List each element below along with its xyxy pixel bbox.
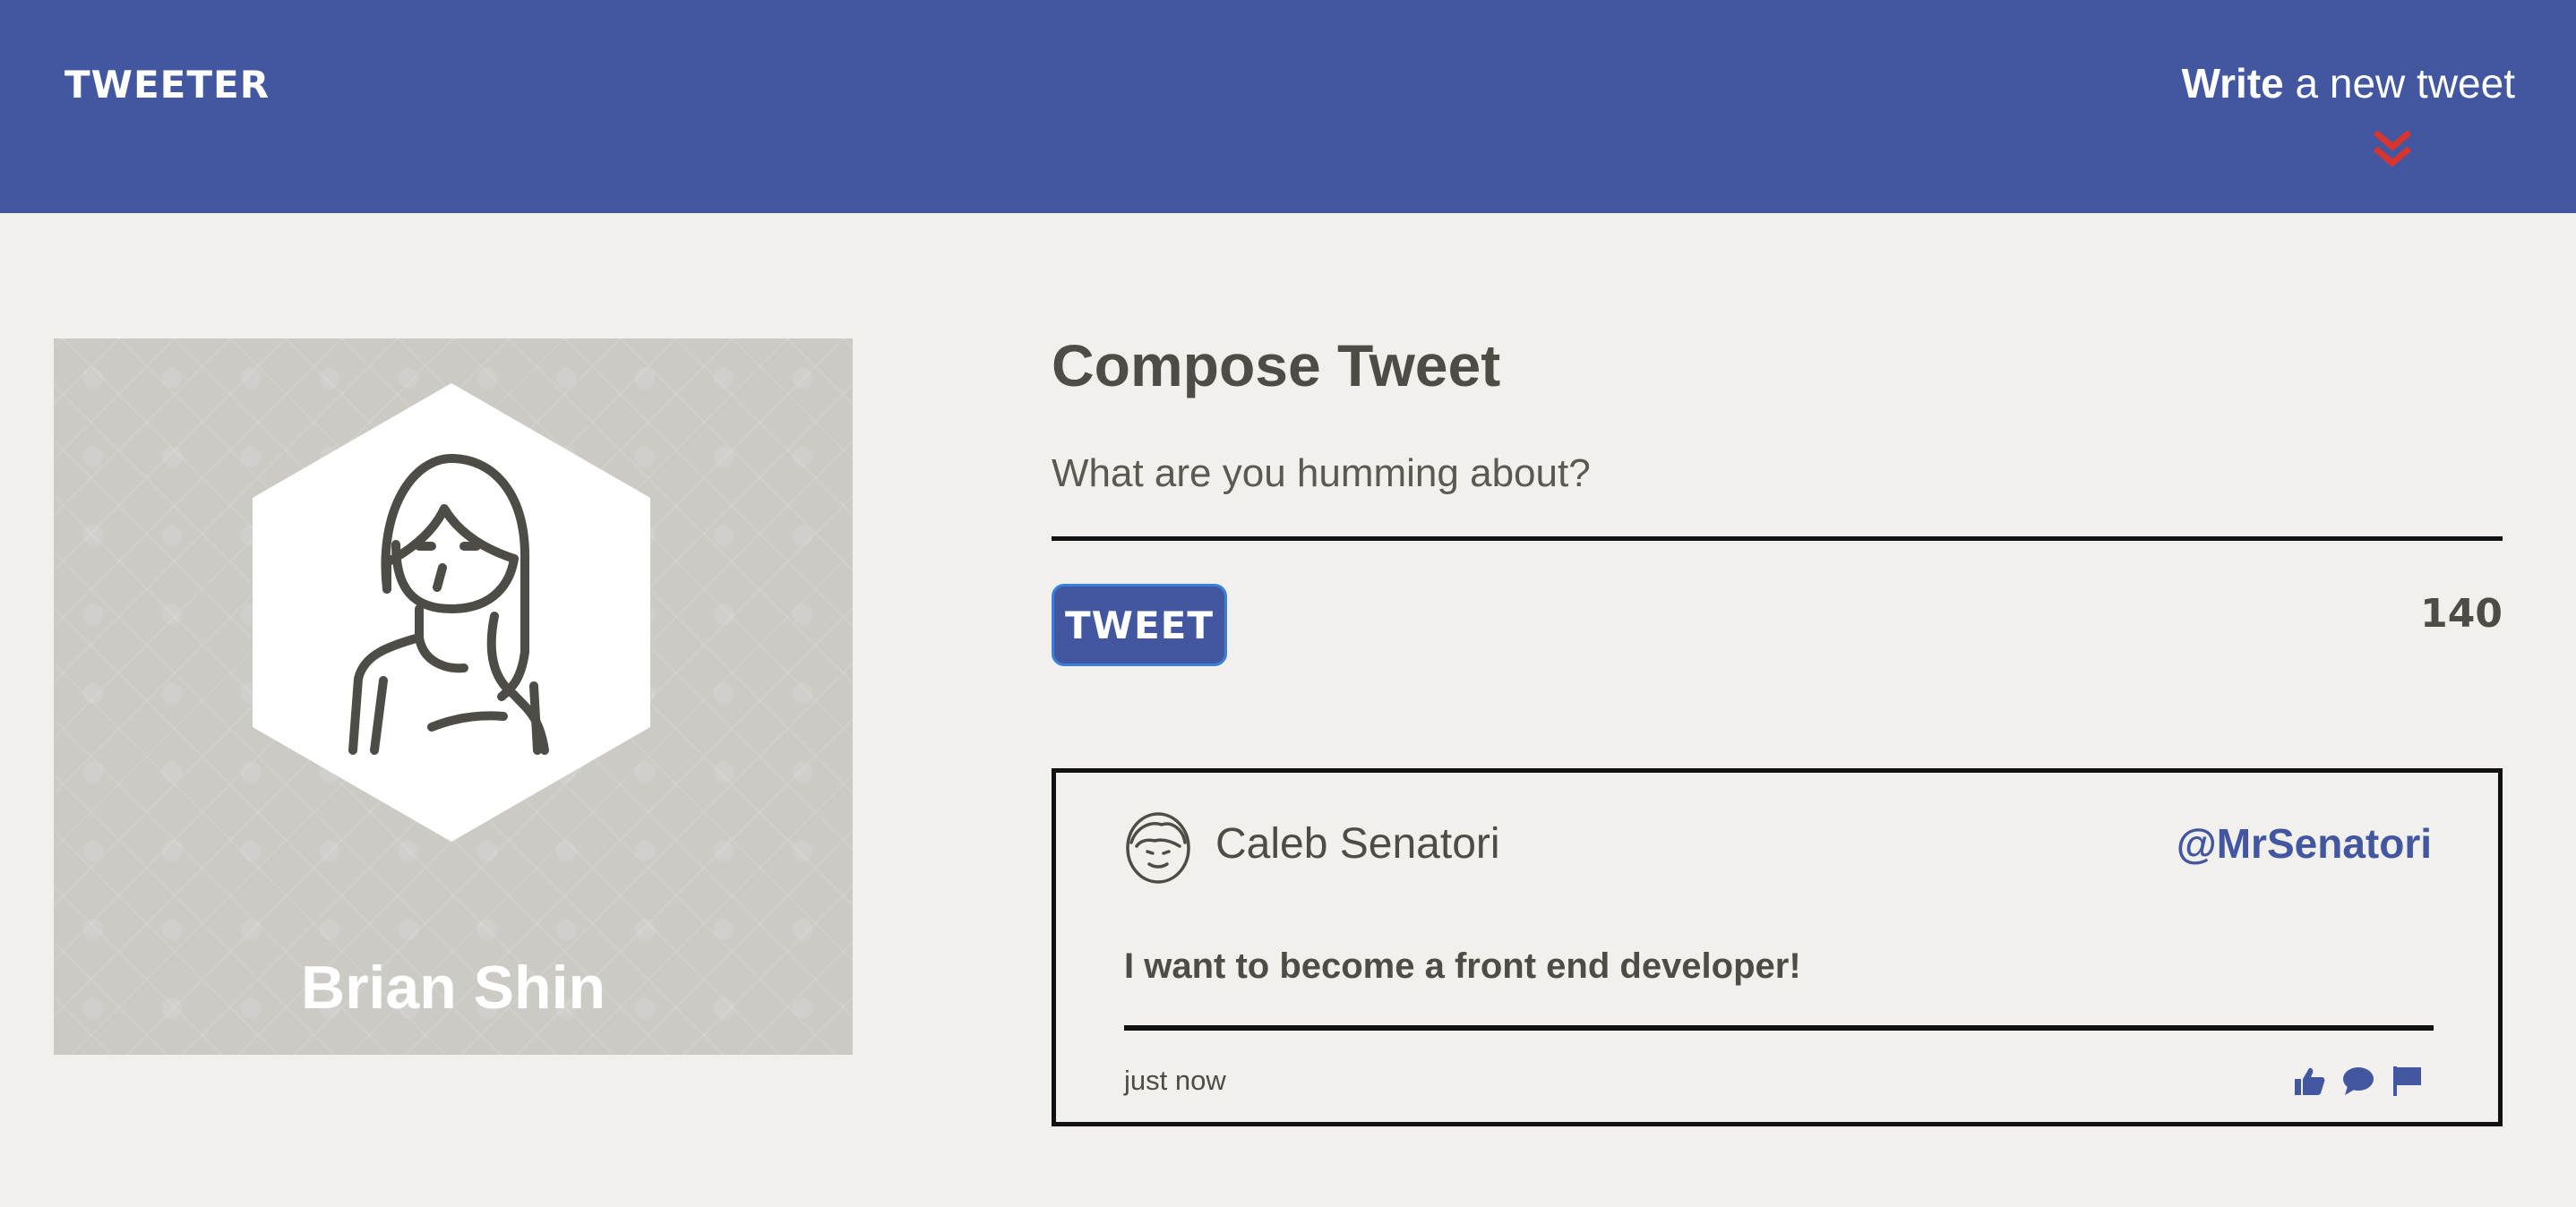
flag-icon[interactable] — [2391, 1065, 2423, 1097]
tweet-card: Caleb Senatori @MrSenatori I want to bec… — [1052, 768, 2503, 1126]
thumbs-up-icon[interactable] — [2293, 1065, 2325, 1097]
tweet-author-handle[interactable]: @MrSenatori — [2177, 819, 2432, 868]
profile-avatar — [253, 383, 650, 842]
compose-title: Compose Tweet — [1052, 332, 1501, 398]
speech-bubble-icon[interactable] — [2342, 1065, 2374, 1097]
tweet-divider — [1124, 1025, 2434, 1031]
double-chevron-down-icon — [2373, 130, 2412, 167]
profile-name: Brian Shin — [300, 954, 606, 1022]
app-logo[interactable]: TWEETER — [64, 63, 270, 107]
compose-section: Compose Tweet TWEET 140 — [1052, 331, 2503, 666]
profile-card: Brian Shin — [54, 338, 853, 1055]
tweet-author-name: Caleb Senatori — [1215, 820, 1500, 868]
char-counter: 140 — [2420, 591, 2503, 637]
tweet-body: I want to become a front end developer! — [1124, 946, 1801, 986]
compose-toggle-label: Write a new tweet — [2139, 59, 2515, 107]
tweet-input[interactable] — [1052, 449, 2503, 541]
compose-toggle-bold: Write — [2181, 60, 2284, 107]
tweet-author-avatar — [1126, 812, 1190, 884]
tweet-actions — [2280, 1065, 2423, 1097]
tweet-button[interactable]: TWEET — [1052, 584, 1227, 666]
compose-toggle-button[interactable]: Write a new tweet — [2139, 59, 2515, 175]
tweet-timestamp: just now — [1124, 1065, 1226, 1096]
navbar: TWEETER Write a new tweet — [0, 0, 2576, 213]
compose-toggle-rest: a new tweet — [2283, 60, 2516, 107]
